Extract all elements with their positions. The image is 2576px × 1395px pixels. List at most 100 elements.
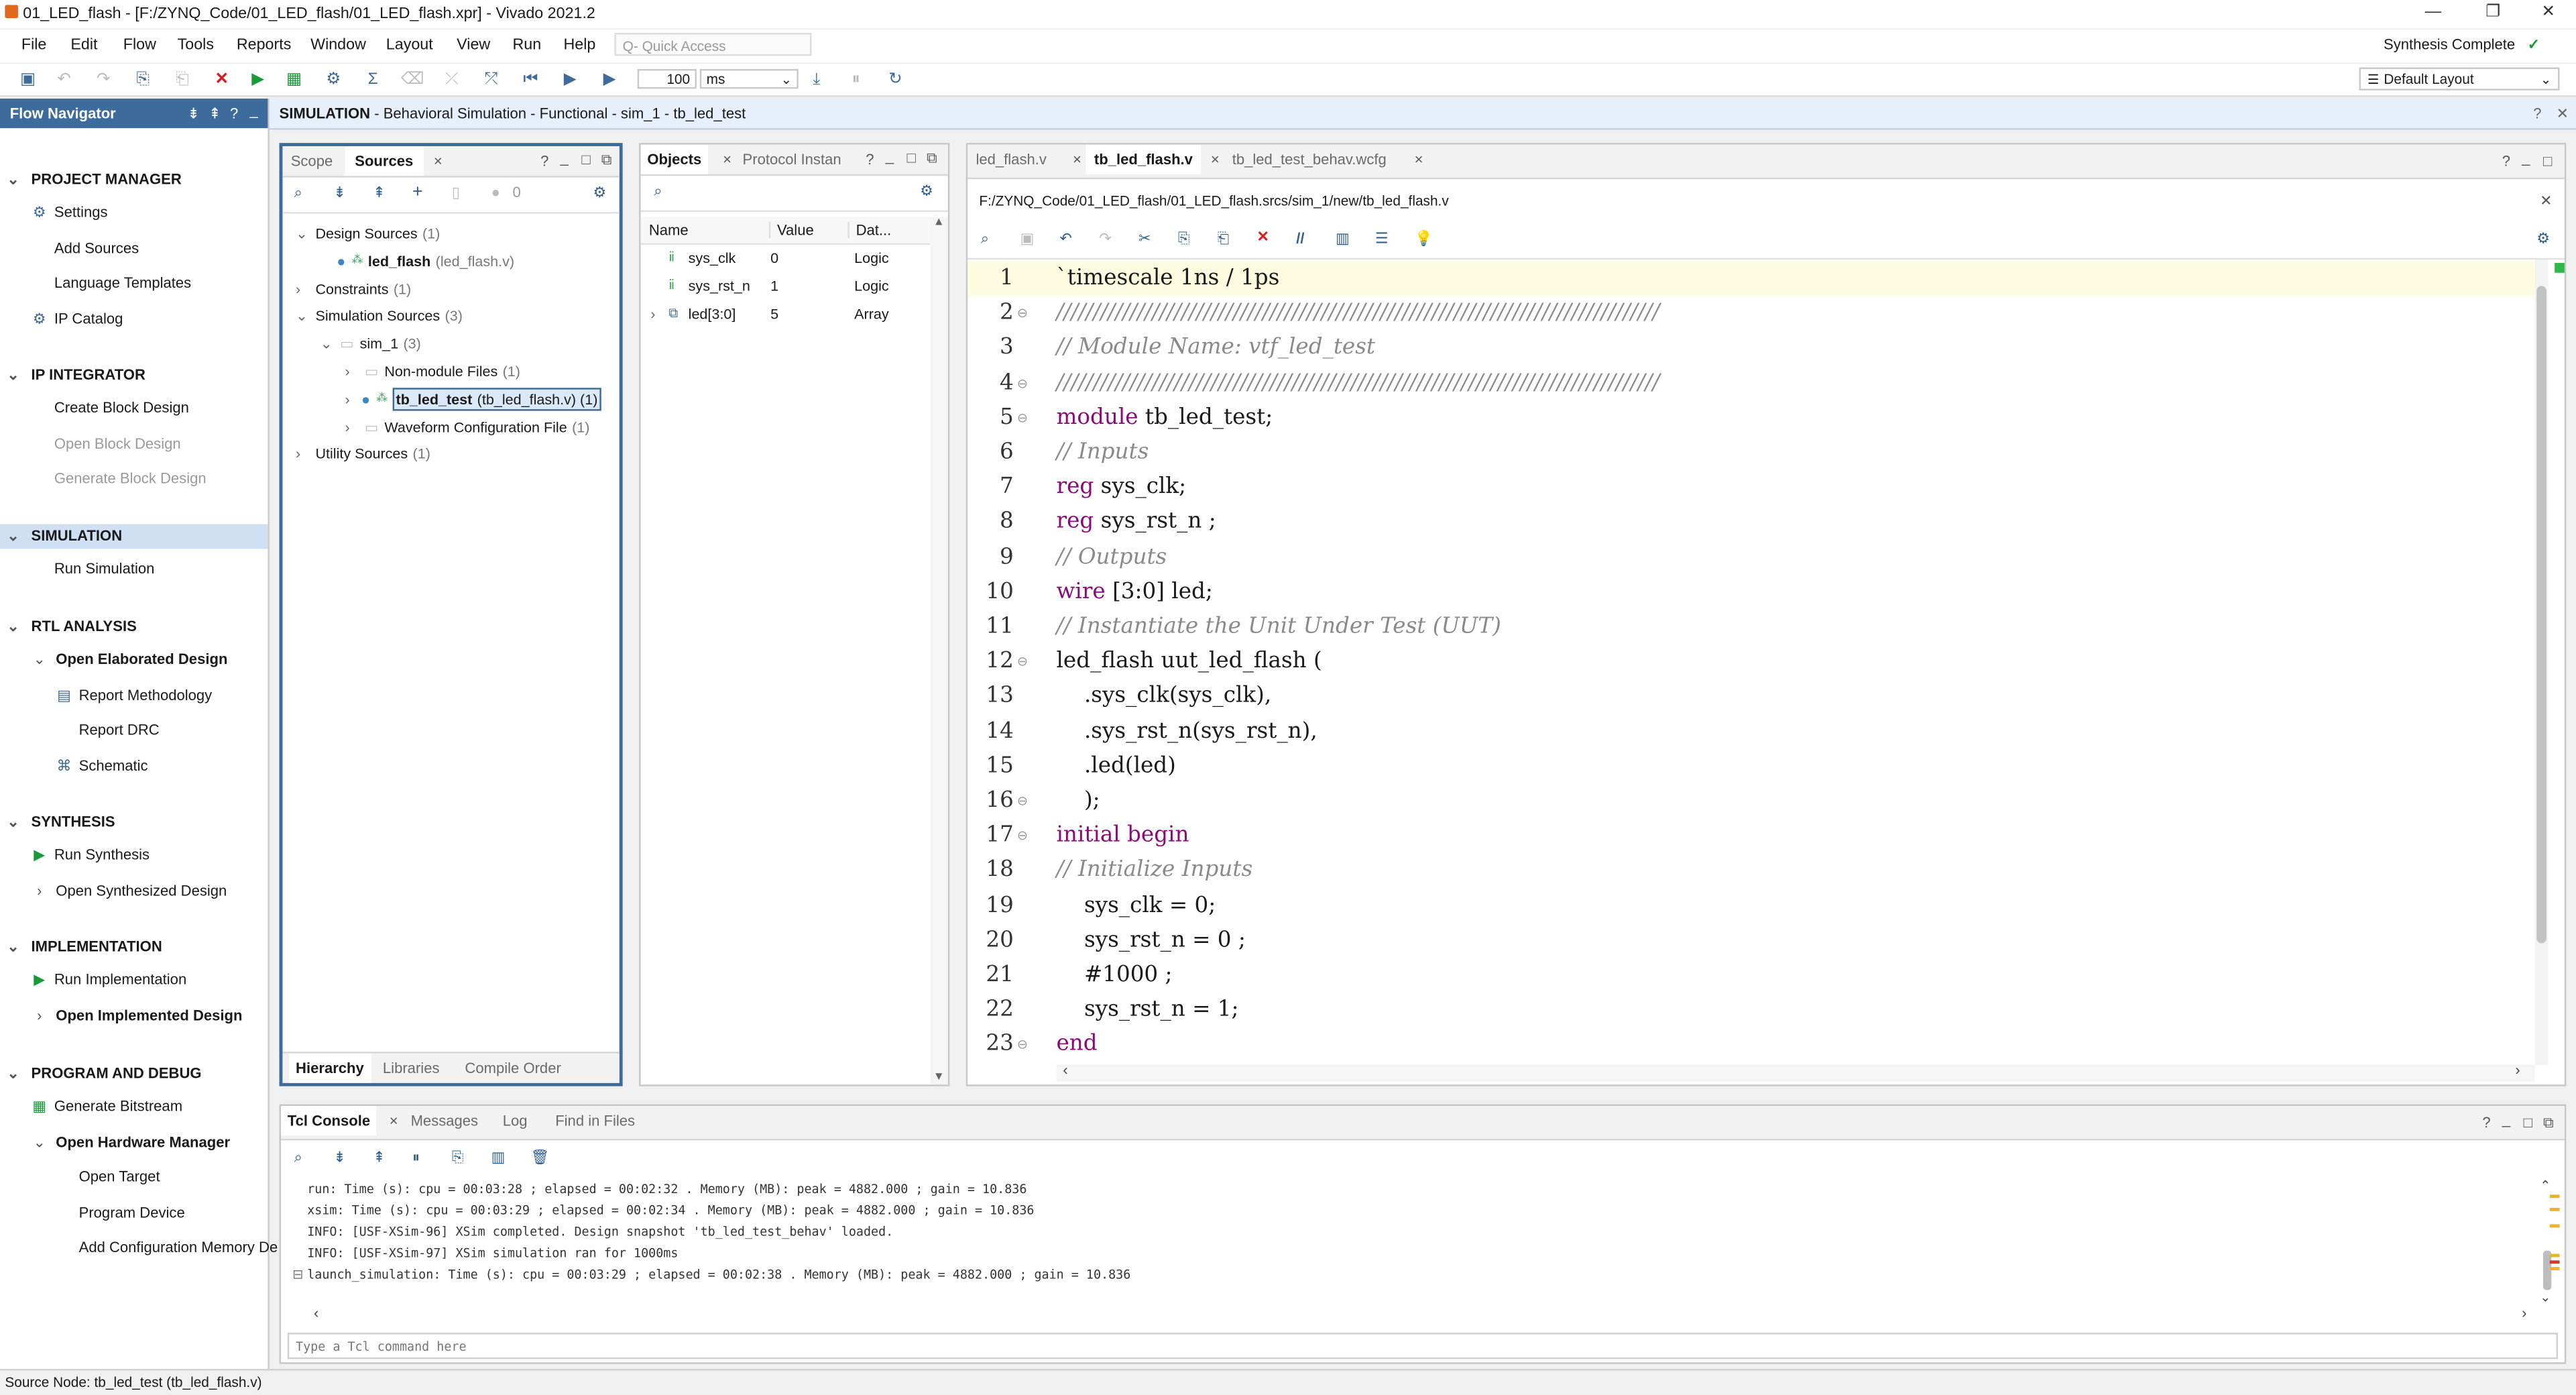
column-name[interactable]: Name: [649, 222, 689, 239]
code-line[interactable]: 6 // Inputs: [968, 435, 2536, 469]
search-icon[interactable]: ⌕: [294, 184, 302, 202]
gear-icon[interactable]: ⚙: [593, 184, 607, 202]
search-icon[interactable]: ⌕: [981, 230, 989, 248]
help-icon[interactable]: ?: [2502, 153, 2510, 170]
tab-sources[interactable]: Sources: [345, 146, 424, 176]
tab-objects[interactable]: Objects: [640, 144, 709, 174]
paste-icon[interactable]: ⎗: [1218, 230, 1230, 248]
pause-icon[interactable]: ⏸: [844, 69, 867, 91]
code-line[interactable]: 20 sys_rst_n = 0 ;: [968, 924, 2536, 958]
help-icon[interactable]: ?: [540, 153, 548, 170]
redo-icon[interactable]: ↷: [92, 69, 115, 91]
maximize-icon[interactable]: □: [2524, 1114, 2532, 1131]
scroll-thumb[interactable]: [2536, 286, 2546, 944]
menu-window[interactable]: Window: [310, 36, 366, 54]
fold-icon[interactable]: ⊖: [1017, 400, 1028, 435]
copy-icon[interactable]: ⎘: [452, 1149, 464, 1167]
code-line[interactable]: 1 `timescale 1ns / 1ps: [968, 261, 2537, 296]
code-line[interactable]: 2 ⊖ //////////////////////////////////////…: [968, 296, 2536, 331]
comment-icon[interactable]: //: [1296, 230, 1304, 247]
indent-icon[interactable]: ☰: [1375, 230, 1389, 248]
chevron-right-icon[interactable]: ›: [345, 386, 350, 412]
nav-section-simulation[interactable]: ⌄ SIMULATION: [0, 524, 268, 549]
tree-node[interactable]: › ▭ Non-module Files (1): [282, 358, 619, 384]
tree-node[interactable]: ⌄ ▭ sim_1 (3): [282, 331, 619, 357]
scroll-left-icon[interactable]: ‹: [1063, 1062, 1067, 1078]
scroll-right-icon[interactable]: ›: [2515, 1062, 2520, 1078]
nav-item-add-sources[interactable]: Add Sources: [0, 236, 268, 261]
column-value[interactable]: Value: [768, 221, 814, 239]
menu-reports[interactable]: Reports: [237, 36, 292, 54]
fold-icon[interactable]: ⊖: [1017, 1027, 1028, 1060]
help-icon[interactable]: ?: [2482, 1114, 2490, 1131]
nav-item-open-elaborated-design[interactable]: ⌄ Open Elaborated Design: [0, 647, 268, 672]
fold-icon[interactable]: ⊖: [1017, 645, 1028, 679]
nav-item-open-implemented-design[interactable]: › Open Implemented Design: [0, 1003, 268, 1028]
nav-section-synthesis[interactable]: ⌄ SYNTHESIS: [0, 810, 268, 835]
code-line[interactable]: 16 ⊖ );: [968, 784, 2536, 818]
nav-item-program-device[interactable]: Program Device: [0, 1201, 268, 1226]
columns-icon[interactable]: ▥: [1336, 230, 1350, 248]
trash-icon[interactable]: 🗑: [530, 1149, 549, 1167]
menu-flow[interactable]: Flow: [123, 36, 156, 54]
tree-node[interactable]: ⌄ Design Sources (1): [282, 220, 619, 246]
minimize-icon[interactable]: _: [561, 150, 569, 166]
menu-help[interactable]: Help: [563, 36, 595, 54]
tab-libraries[interactable]: Libraries: [378, 1054, 445, 1083]
chevron-down-icon[interactable]: ⌄: [320, 331, 333, 357]
close-tab-icon[interactable]: ×: [390, 1113, 398, 1129]
nav-item-language-templates[interactable]: Language Templates: [0, 272, 268, 296]
minimize-icon[interactable]: _: [2522, 150, 2530, 166]
close-icon[interactable]: ✕: [2557, 99, 2569, 128]
chevron-down-icon[interactable]: ⌄: [5, 935, 21, 960]
tree-node[interactable]: › Constraints (1): [282, 276, 619, 302]
chevron-down-icon[interactable]: ⌄: [5, 364, 21, 388]
properties-icon[interactable]: ▯: [452, 184, 460, 202]
chevron-down-icon[interactable]: ⌄: [32, 1130, 48, 1155]
copy-icon[interactable]: ⎘: [131, 69, 154, 91]
minimize-icon[interactable]: _: [2502, 1111, 2510, 1127]
help-icon[interactable]: ?: [230, 105, 238, 122]
save-icon[interactable]: ▣: [1020, 230, 1035, 248]
code-line[interactable]: 7 reg sys_clk;: [968, 470, 2536, 504]
tab-find-in-files[interactable]: Find in Files: [550, 1106, 640, 1135]
expand-all-icon[interactable]: ⇞: [373, 1149, 385, 1167]
scroll-right-icon[interactable]: ›: [2522, 1305, 2526, 1322]
chevron-down-icon[interactable]: ⌄: [296, 220, 308, 246]
menu-layout[interactable]: Layout: [386, 36, 433, 54]
code-line[interactable]: 15 .led(led): [968, 749, 2536, 783]
nav-item-create-block-design[interactable]: Create Block Design: [0, 396, 268, 421]
chevron-right-icon[interactable]: ›: [296, 276, 300, 302]
expand-all-icon[interactable]: ⇞: [209, 105, 221, 123]
nav-section-program-and-debug[interactable]: ⌄ PROGRAM AND DEBUG: [0, 1062, 268, 1086]
menu-view[interactable]: View: [457, 36, 490, 54]
tcl-command-input[interactable]: [287, 1333, 2559, 1359]
run-time-input[interactable]: 100: [637, 68, 697, 89]
help-icon[interactable]: ?: [866, 151, 874, 168]
fold-icon[interactable]: ⊖: [1017, 819, 1028, 853]
tool-a-icon[interactable]: ⌫: [401, 69, 424, 91]
tab-messages[interactable]: Messages: [406, 1106, 483, 1135]
step-icon[interactable]: ⤓: [805, 69, 828, 91]
tab-compile-order[interactable]: Compile Order: [460, 1054, 566, 1083]
chevron-down-icon[interactable]: ⌄: [5, 524, 21, 549]
tree-node[interactable]: ⌄ Simulation Sources (3): [282, 303, 619, 329]
pause-icon[interactable]: ⏸: [412, 1149, 420, 1167]
close-icon[interactable]: ✕: [2542, 3, 2556, 21]
bitstream-icon[interactable]: ▦: [282, 69, 305, 91]
menu-file[interactable]: File: [21, 36, 47, 54]
menu-edit[interactable]: Edit: [70, 36, 97, 54]
tree-node[interactable]: › ▭ Waveform Configuration File (1): [282, 413, 619, 439]
minimize-icon[interactable]: _: [886, 148, 894, 165]
maximize-icon[interactable]: □: [2543, 153, 2552, 170]
chevron-down-icon[interactable]: ⌄: [296, 303, 308, 329]
float-icon[interactable]: ⧉: [2543, 1114, 2554, 1132]
editor-vscrollbar[interactable]: [2534, 260, 2549, 1065]
delete-icon[interactable]: ✕: [211, 69, 233, 91]
collapse-all-icon[interactable]: ⇟: [333, 184, 345, 202]
code-line[interactable]: 11 // Instantiate the Unit Under Test (UU…: [968, 610, 2536, 644]
chevron-down-icon[interactable]: ⌄: [5, 614, 21, 639]
relaunch-icon[interactable]: ↻: [884, 69, 906, 91]
close-tab-icon[interactable]: ×: [1073, 151, 1081, 168]
code-line[interactable]: 18 // Initialize Inputs: [968, 854, 2536, 888]
